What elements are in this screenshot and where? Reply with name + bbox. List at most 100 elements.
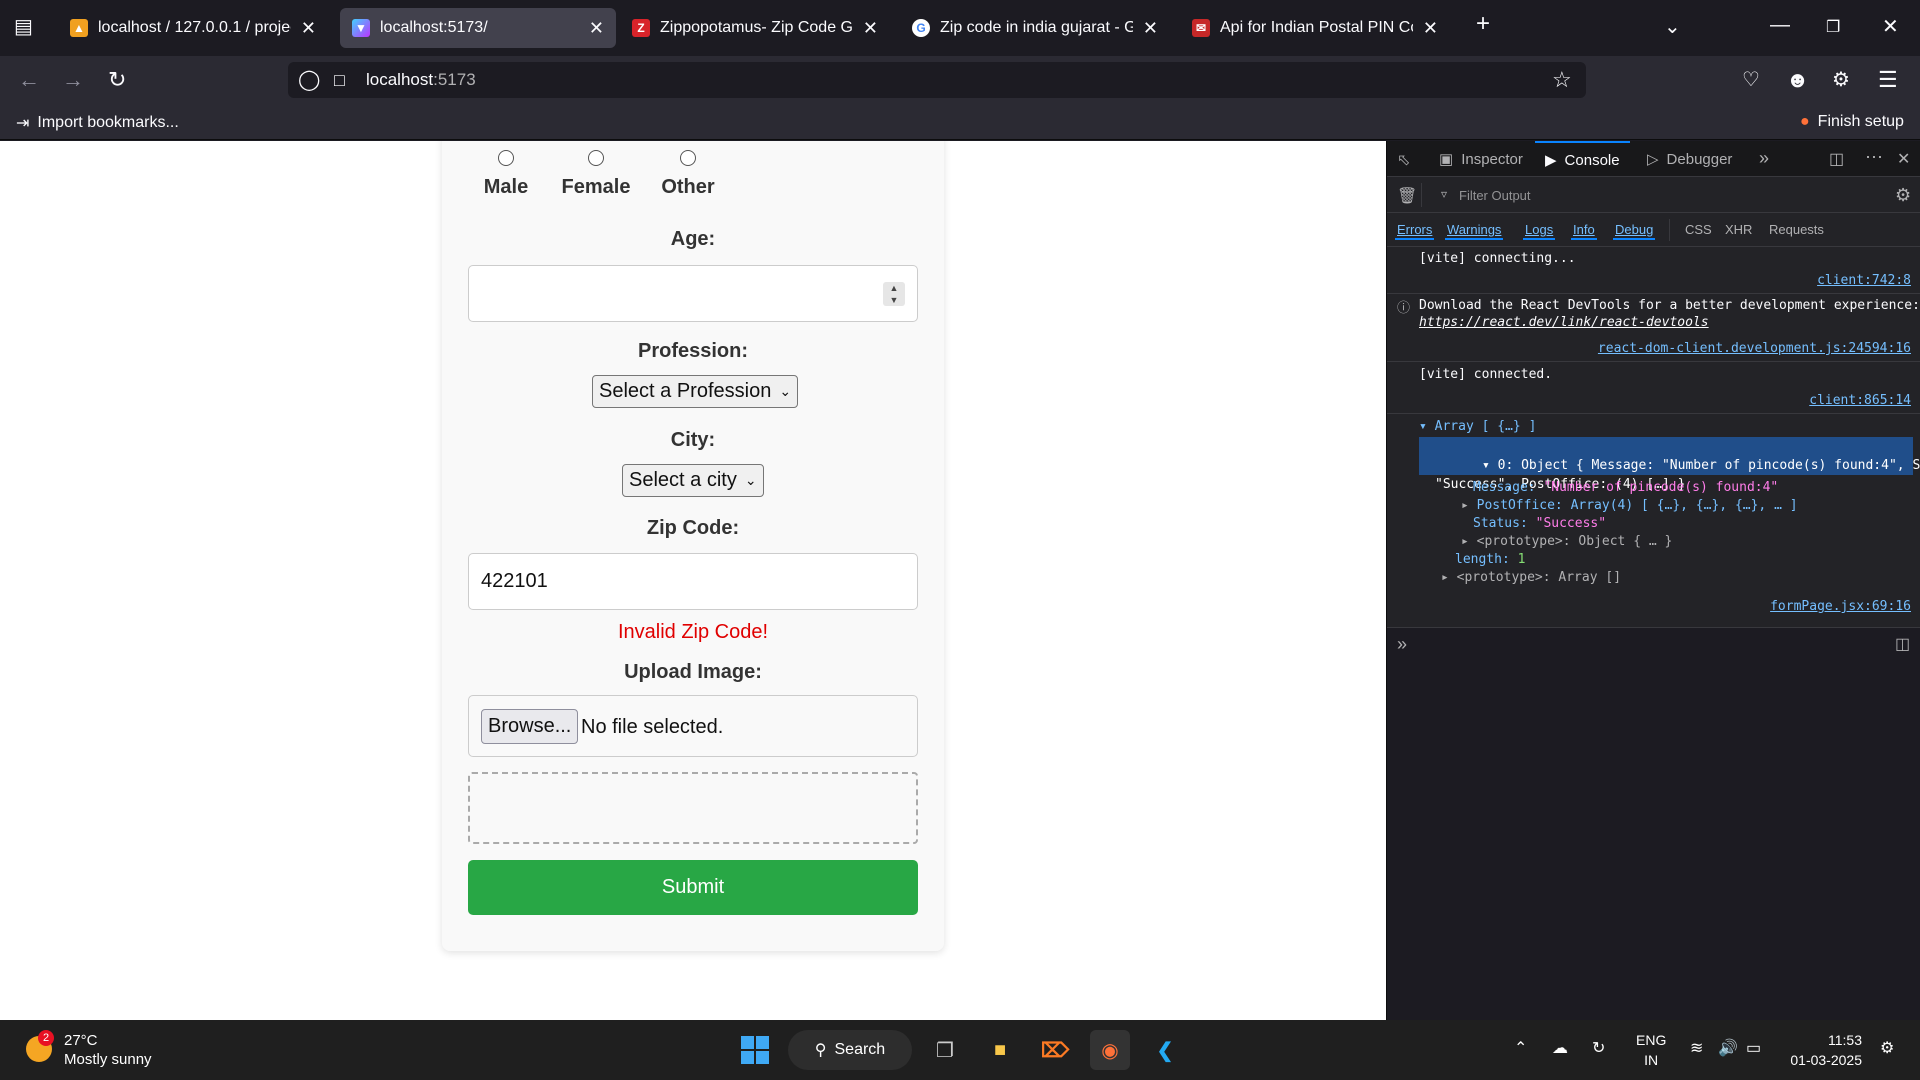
finish-setup-button[interactable]: ● Finish setup — [1800, 113, 1904, 131]
import-bookmarks-button[interactable]: ⇥ Import bookmarks... — [16, 113, 179, 133]
dock-icon[interactable]: ◫ — [1829, 149, 1844, 169]
message-source-link[interactable]: client:742:8 — [1817, 273, 1911, 288]
array-prototype-node[interactable]: ▸ <prototype>: Array [] — [1441, 570, 1621, 585]
gender-option-female[interactable]: Female — [556, 150, 636, 199]
reload-icon[interactable]: ↻ — [108, 68, 126, 92]
close-devtools-icon[interactable]: ✕ — [1897, 149, 1910, 169]
firefox-taskbar-icon[interactable]: ◉ — [1090, 1030, 1130, 1070]
weather-widget[interactable]: 2 27°C Mostly sunny — [24, 1030, 174, 1070]
console-input[interactable]: » ◫ — [1387, 627, 1920, 1020]
filter-css[interactable]: CSS — [1685, 222, 1712, 237]
profession-label: Profession: — [637, 340, 749, 362]
browser-tab[interactable]: G Zip code in india gujarat - Goog ✕ — [900, 8, 1170, 48]
browser-tab-active[interactable]: ▼ localhost:5173/ ✕ — [340, 8, 616, 48]
back-icon[interactable]: ← — [18, 68, 40, 92]
account-icon[interactable]: ☻ — [1786, 68, 1809, 92]
wifi-icon[interactable]: ≋ — [1690, 1038, 1703, 1058]
number-spinner[interactable]: ▲ ▼ — [883, 282, 905, 306]
element-picker-icon[interactable]: ⬁ — [1397, 150, 1410, 170]
tab-console[interactable]: ▶ Console — [1535, 141, 1630, 177]
close-tab-icon[interactable]: ✕ — [1143, 18, 1158, 39]
close-tab-icon[interactable]: ✕ — [1423, 18, 1438, 39]
react-devtools-link[interactable]: https://react.dev/link/react-devtools — [1419, 315, 1709, 330]
gender-option-male[interactable]: Male — [476, 150, 536, 199]
message-source-link[interactable]: react-dom-client.development.js:24594:16 — [1598, 341, 1911, 356]
console-output: [vite] connecting... client:742:8 ⓘ Down… — [1387, 247, 1920, 627]
list-tabs-chevron-icon[interactable]: ⌄ — [1664, 14, 1681, 39]
clock[interactable]: 11:53 01-03-2025 — [1786, 1030, 1862, 1070]
zip-code-error: Invalid Zip Code! — [617, 621, 769, 643]
browser-tab[interactable]: ▲ localhost / 127.0.0.1 / project / t ✕ — [58, 8, 328, 48]
gender-option-other[interactable]: Other — [658, 150, 718, 199]
console-message: [vite] connecting... — [1419, 251, 1576, 266]
restore-icon[interactable]: ❐ — [1826, 17, 1840, 37]
tab-inspector[interactable]: ▣ Inspector — [1439, 141, 1523, 177]
tab-debugger[interactable]: ▷ Debugger — [1647, 141, 1732, 177]
extensions-icon[interactable]: ⚙ — [1832, 68, 1850, 92]
url-text[interactable]: localhost:5173 — [366, 70, 476, 90]
object-tree-node-selected[interactable]: ▾ 0: Object { Message: "Number of pincod… — [1419, 437, 1920, 492]
radio-button[interactable] — [680, 150, 696, 166]
filter-input[interactable]: Filter Output — [1459, 188, 1531, 203]
radio-label: Other — [661, 176, 715, 198]
volume-icon[interactable]: 🔊 — [1718, 1038, 1738, 1058]
minimize-icon[interactable]: — — [1770, 14, 1790, 37]
vscode-icon[interactable]: ❮ — [1145, 1030, 1185, 1070]
message-source-link[interactable]: client:865:14 — [1809, 393, 1911, 408]
notifications-icon[interactable]: ⚙ — [1880, 1038, 1894, 1058]
pocket-icon[interactable]: ♡ — [1742, 68, 1760, 92]
filter-debug[interactable]: Debug — [1613, 221, 1656, 240]
xampp-icon[interactable]: ⌦ — [1035, 1030, 1075, 1070]
filter-warnings[interactable]: Warnings — [1445, 221, 1504, 240]
object-property-postoffice[interactable]: ▸ PostOffice: Array(4) [ {…}, {…}, {…}, … — [1461, 498, 1798, 513]
file-input[interactable]: Browse... No file selected. — [468, 695, 918, 757]
task-view-icon[interactable]: ❐ — [925, 1030, 965, 1070]
radio-button[interactable] — [498, 150, 514, 166]
close-window-icon[interactable]: ✕ — [1882, 14, 1899, 39]
trash-icon[interactable]: 🗑 — [1397, 186, 1417, 206]
battery-icon[interactable]: ▭ — [1746, 1038, 1761, 1058]
close-tab-icon[interactable]: ✕ — [301, 18, 316, 39]
bookmark-star-icon[interactable]: ☆ — [1552, 68, 1572, 92]
settings-gear-icon[interactable]: ⚙ — [1895, 185, 1911, 206]
taskbar-search[interactable]: ⚲ Search — [788, 1030, 912, 1070]
tracking-protection-shield-icon[interactable]: ◯ — [298, 68, 320, 92]
language-indicator[interactable]: ENG IN — [1636, 1030, 1666, 1070]
message-source-link[interactable]: formPage.jsx:69:16 — [1770, 599, 1911, 614]
filter-info[interactable]: Info — [1571, 221, 1597, 240]
more-options-icon[interactable]: ⋯ — [1865, 147, 1883, 168]
sync-icon[interactable]: ↻ — [1592, 1038, 1605, 1058]
filter-errors[interactable]: Errors — [1395, 221, 1435, 240]
filter-logs[interactable]: Logs — [1523, 221, 1556, 240]
city-select[interactable]: Select a city ⌄ — [622, 464, 764, 497]
show-hidden-icons-chevron-icon[interactable]: ⌃ — [1514, 1038, 1527, 1058]
radio-button[interactable] — [588, 150, 604, 166]
more-tabs-icon[interactable]: » — [1759, 148, 1769, 169]
console-filter-bar: 🗑 ▿ Filter Output ⚙ — [1387, 177, 1920, 213]
new-tab-icon[interactable]: + — [1476, 10, 1490, 38]
zip-code-input[interactable]: 422101 — [468, 553, 918, 610]
file-explorer-icon[interactable]: ■ — [980, 1030, 1020, 1070]
age-input[interactable]: ▲ ▼ — [468, 265, 918, 322]
submit-button[interactable]: Submit — [468, 860, 918, 915]
filter-xhr[interactable]: XHR — [1725, 222, 1752, 237]
property-value: "Number of pincode(s) found:4" — [1543, 480, 1779, 495]
object-prototype-node[interactable]: ▸ <prototype>: Object { … } — [1461, 534, 1672, 549]
menu-icon[interactable]: ☰ — [1878, 68, 1898, 92]
close-tab-icon[interactable]: ✕ — [863, 18, 878, 39]
forward-icon[interactable]: → — [62, 68, 84, 92]
editor-mode-icon[interactable]: ◫ — [1895, 634, 1910, 654]
browser-tab[interactable]: ✉ Api for Indian Postal PIN Code ✕ — [1180, 8, 1450, 48]
filter-requests[interactable]: Requests — [1769, 222, 1824, 237]
profession-select[interactable]: Select a Profession ⌄ — [592, 375, 799, 408]
tab-overview-icon[interactable]: ▤ — [14, 14, 33, 39]
browse-button[interactable]: Browse... — [481, 709, 579, 744]
browser-tab[interactable]: Z Zippopotamus- Zip Code Galore ✕ — [620, 8, 890, 48]
start-button[interactable] — [735, 1030, 775, 1070]
file-status: No file selected. — [581, 716, 724, 738]
onedrive-cloud-icon[interactable]: ☁ — [1552, 1038, 1568, 1058]
close-tab-icon[interactable]: ✕ — [589, 18, 604, 39]
url-bar[interactable]: ◯ □ localhost:5173 ☆ — [288, 62, 1586, 98]
array-tree-node[interactable]: ▾ Array [ {…} ] — [1419, 419, 1536, 434]
page-info-icon[interactable]: □ — [334, 68, 345, 92]
